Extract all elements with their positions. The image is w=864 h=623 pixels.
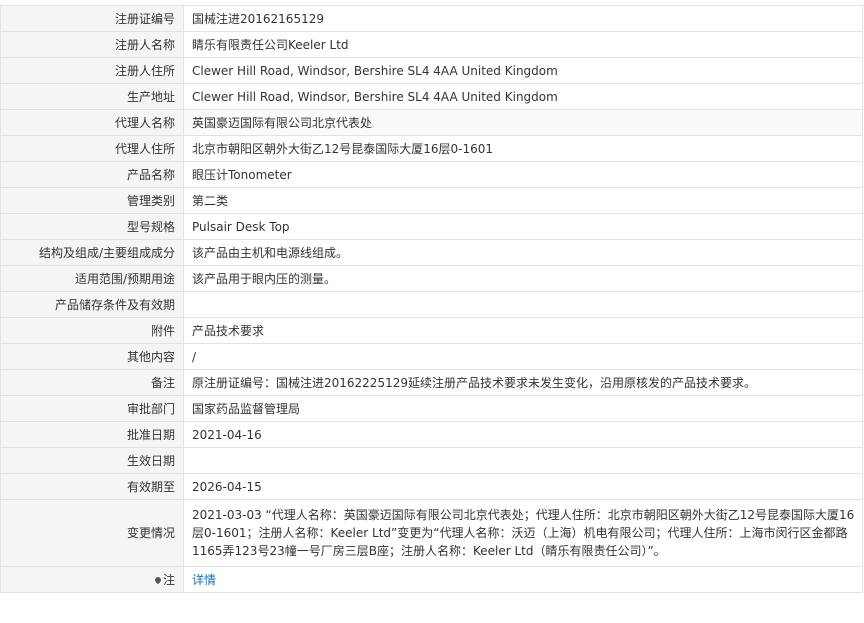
row-effective-date: 生效日期 bbox=[0, 447, 863, 474]
field-label: 代理人名称 bbox=[0, 109, 184, 136]
field-label: 注册证编号 bbox=[0, 5, 184, 32]
field-value: 英国豪迈国际有限公司北京代表处 bbox=[183, 109, 863, 136]
field-value: 第二类 bbox=[183, 187, 863, 214]
field-label: 有效期至 bbox=[0, 473, 184, 500]
field-label: 适用范围/预期用途 bbox=[0, 265, 184, 292]
field-value: 产品技术要求 bbox=[183, 317, 863, 344]
field-value: Pulsair Desk Top bbox=[183, 213, 863, 240]
note-value-cell: 详情 bbox=[183, 566, 863, 593]
field-label: 生产地址 bbox=[0, 83, 184, 110]
row-agent-name: 代理人名称 英国豪迈国际有限公司北京代表处 bbox=[0, 109, 863, 136]
field-label: 备注 bbox=[0, 369, 184, 396]
field-value bbox=[183, 447, 863, 474]
row-attachment: 附件 产品技术要求 bbox=[0, 317, 863, 344]
field-value bbox=[183, 291, 863, 318]
field-value: 睛乐有限责任公司Keeler Ltd bbox=[183, 31, 863, 58]
field-label: 附件 bbox=[0, 317, 184, 344]
field-value: 该产品由主机和电源线组成。 bbox=[183, 239, 863, 266]
field-value: / bbox=[183, 343, 863, 370]
field-label: 代理人住所 bbox=[0, 135, 184, 162]
field-label: 注册人住所 bbox=[0, 57, 184, 84]
field-value: 2021-04-16 bbox=[183, 421, 863, 448]
field-value: 2021-03-03 “代理人名称：英国豪迈国际有限公司北京代表处；代理人住所：… bbox=[183, 499, 863, 567]
details-link[interactable]: 详情 bbox=[192, 573, 216, 587]
field-value: 眼压计Tonometer bbox=[183, 161, 863, 188]
row-model-spec: 型号规格 Pulsair Desk Top bbox=[0, 213, 863, 240]
field-label: 管理类别 bbox=[0, 187, 184, 214]
row-valid-until: 有效期至 2026-04-15 bbox=[0, 473, 863, 500]
row-note: 注 详情 bbox=[0, 566, 863, 593]
field-label: 结构及组成/主要组成成分 bbox=[0, 239, 184, 266]
field-value: 原注册证编号：国械注进20162225129延续注册产品技术要求未发生变化，沿用… bbox=[183, 369, 863, 396]
field-value: 北京市朝阳区朝外大街乙12号昆泰国际大厦16层0-1601 bbox=[183, 135, 863, 162]
note-label: 注 bbox=[162, 572, 175, 587]
field-label: 其他内容 bbox=[0, 343, 184, 370]
field-label: 注册人名称 bbox=[0, 31, 184, 58]
row-storage-conditions: 产品储存条件及有效期 bbox=[0, 291, 863, 318]
row-remarks: 备注 原注册证编号：国械注进20162225129延续注册产品技术要求未发生变化… bbox=[0, 369, 863, 396]
row-production-address: 生产地址 Clewer Hill Road, Windsor, Bershire… bbox=[0, 83, 863, 110]
field-label: 变更情况 bbox=[0, 499, 184, 567]
row-approval-department: 审批部门 国家药品监督管理局 bbox=[0, 395, 863, 422]
row-registrant-address: 注册人住所 Clewer Hill Road, Windsor, Bershir… bbox=[0, 57, 863, 84]
row-approval-date: 批准日期 2021-04-16 bbox=[0, 421, 863, 448]
field-label: 审批部门 bbox=[0, 395, 184, 422]
row-product-name: 产品名称 眼压计Tonometer bbox=[0, 161, 863, 188]
row-change-history: 变更情况 2021-03-03 “代理人名称：英国豪迈国际有限公司北京代表处；代… bbox=[0, 499, 863, 567]
row-other-content: 其他内容 / bbox=[0, 343, 863, 370]
row-intended-use: 适用范围/预期用途 该产品用于眼内压的测量。 bbox=[0, 265, 863, 292]
row-structure-composition: 结构及组成/主要组成成分 该产品由主机和电源线组成。 bbox=[0, 239, 863, 266]
field-label: 生效日期 bbox=[0, 447, 184, 474]
row-registration-number: 注册证编号 国械注进20162165129 bbox=[0, 5, 863, 32]
field-value: 2026-04-15 bbox=[183, 473, 863, 500]
row-agent-address: 代理人住所 北京市朝阳区朝外大街乙12号昆泰国际大厦16层0-1601 bbox=[0, 135, 863, 162]
field-label: 型号规格 bbox=[0, 213, 184, 240]
note-label-cell: 注 bbox=[0, 566, 184, 593]
row-registrant-name: 注册人名称 睛乐有限责任公司Keeler Ltd bbox=[0, 31, 863, 58]
row-management-category: 管理类别 第二类 bbox=[0, 187, 863, 214]
field-label: 产品名称 bbox=[0, 161, 184, 188]
field-value: Clewer Hill Road, Windsor, Bershire SL4 … bbox=[183, 57, 863, 84]
field-value: 国家药品监督管理局 bbox=[183, 395, 863, 422]
field-value: Clewer Hill Road, Windsor, Bershire SL4 … bbox=[183, 83, 863, 110]
registration-detail-table: 注册证编号 国械注进20162165129 注册人名称 睛乐有限责任公司Keel… bbox=[0, 5, 863, 593]
pin-icon bbox=[153, 575, 163, 584]
field-label: 产品储存条件及有效期 bbox=[0, 291, 184, 318]
field-value: 该产品用于眼内压的测量。 bbox=[183, 265, 863, 292]
field-label: 批准日期 bbox=[0, 421, 184, 448]
field-value: 国械注进20162165129 bbox=[183, 5, 863, 32]
